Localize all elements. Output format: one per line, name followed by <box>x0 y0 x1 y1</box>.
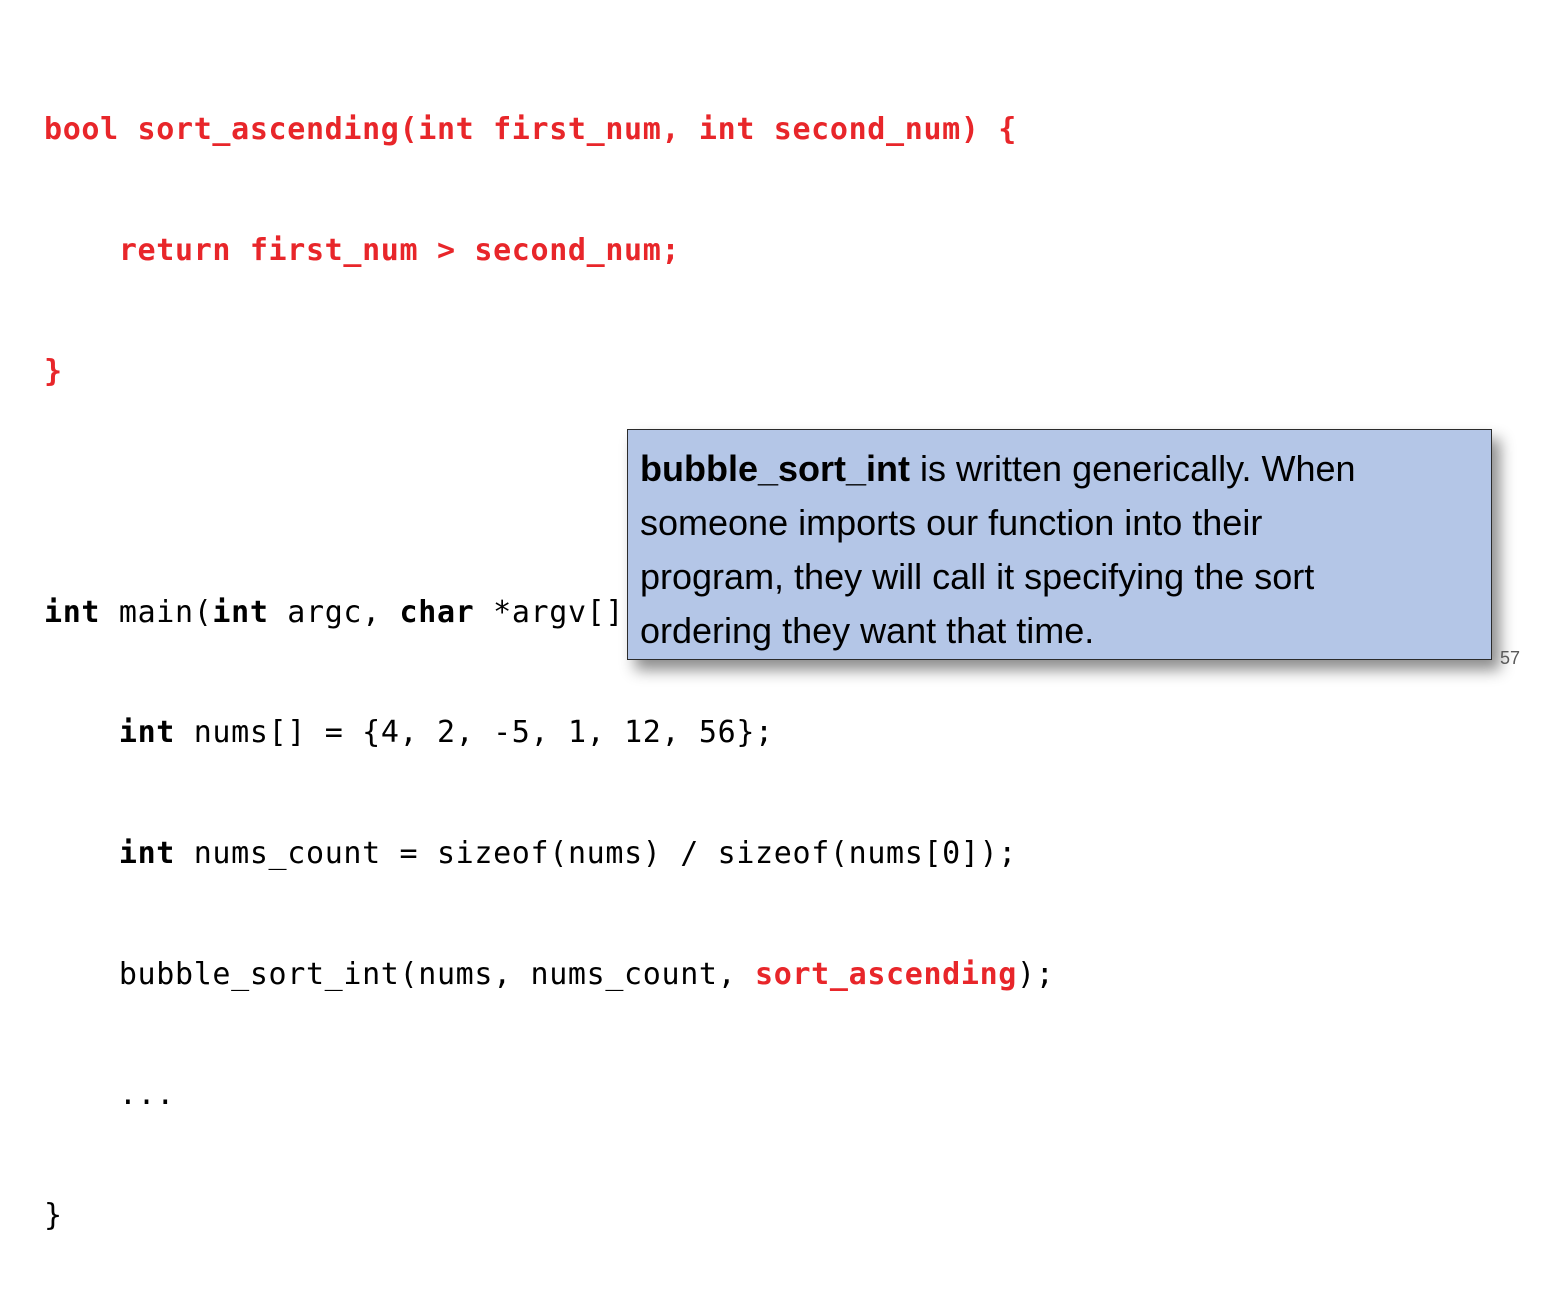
callout-text: is written generically. When <box>910 448 1356 489</box>
keyword-int: int <box>118 715 175 751</box>
code-line-nums-count: int nums_count = sizeof(nums) / sizeof(n… <box>44 834 1054 874</box>
callout-bold-term: bubble_sort_int <box>640 448 911 489</box>
explanation-callout-box: bubble_sort_int is written generically. … <box>627 429 1492 660</box>
code-text: nums[] = {4, 2, -5, 1, 12, 56}; <box>175 715 774 751</box>
keyword-char: char <box>399 594 475 630</box>
keyword-int: int <box>212 594 269 630</box>
code-text: argc, <box>268 594 400 630</box>
code-line-return-statement: return first_num > second_num; <box>44 233 681 268</box>
code-text: ); <box>1017 956 1055 992</box>
code-line-function-close: } <box>44 353 63 389</box>
callout-line-4: ordering they want that time. <box>640 610 1095 651</box>
callout-line-3: program, they will call it specifying th… <box>640 556 1315 597</box>
keyword-int: int <box>44 594 101 630</box>
slide-page-number: 57 <box>1500 648 1521 668</box>
keyword-int: int <box>118 835 175 871</box>
code-text: main( <box>100 594 213 630</box>
code-text: nums_count = sizeof(nums) / sizeof(nums[… <box>175 835 1018 871</box>
code-line-bubble-sort-call: bubble_sort_int(nums, nums_count, sort_a… <box>44 955 1054 995</box>
code-line-nums-array: int nums[] = {4, 2, -5, 1, 12, 56}; <box>44 713 1054 753</box>
callout-line-1: bubble_sort_int is written generically. … <box>640 442 1479 496</box>
code-line-function-signature: bool sort_ascending(int first_num, int s… <box>44 112 1017 148</box>
callout-line-2: someone imports our function into their <box>640 502 1263 543</box>
code-text: bubble_sort_int(nums, nums_count, <box>44 956 756 992</box>
code-line-ellipsis: ... <box>44 1077 175 1113</box>
highlighted-function-pointer: sort_ascending <box>755 956 1018 992</box>
code-block: bool sort_ascending(int first_num, int s… <box>44 30 1054 1316</box>
code-line-main-close: } <box>44 1197 63 1233</box>
slide: bool sort_ascending(int first_num, int s… <box>0 0 1549 1233</box>
